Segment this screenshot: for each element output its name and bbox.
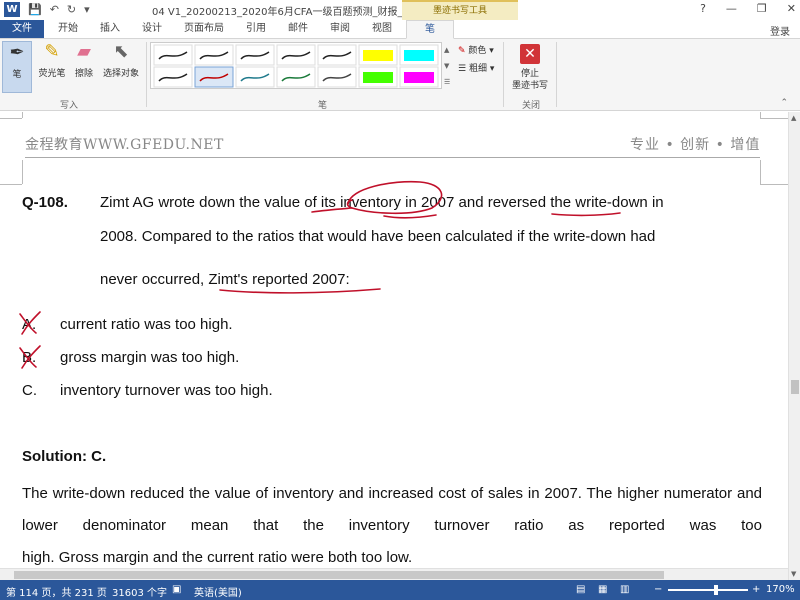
minimize-icon[interactable]: —: [726, 2, 737, 15]
option-b-text: gross margin was too high.: [60, 349, 240, 366]
pen-swatch[interactable]: [276, 44, 316, 66]
ribbon-tabs: 文件 开始 插入 设计 页面布局 引用 邮件 审阅 视图 笔 登录: [0, 20, 800, 39]
horizontal-scroll-thumb[interactable]: [14, 571, 664, 579]
save-icon[interactable]: 💾: [28, 3, 42, 16]
highlighter-stroke: [404, 72, 434, 83]
pen-swatch[interactable]: [194, 66, 234, 88]
vertical-scrollbar[interactable]: ▲ ▼: [788, 112, 800, 580]
pen-swatch[interactable]: [235, 66, 275, 88]
gallery-scroll[interactable]: ▲ ▼ ☰: [444, 42, 452, 90]
ink-underline-inventory: [383, 214, 437, 219]
status-bar: 第 114 页，共 231 页 31603 个字 ▣ 英语(美国) ▤ ▦ ▥ …: [0, 580, 800, 600]
title-bar: W 💾 ↶ ↻ ▾ 04 V1_20200213_2020年6月CFA一级百题预…: [0, 0, 800, 20]
highlighter-button[interactable]: ✎ 荧光笔: [36, 41, 68, 93]
highlighter-stroke: [363, 72, 393, 83]
zoom-slider-track[interactable]: [668, 589, 748, 591]
pen-gallery: [150, 42, 442, 89]
option-c-text: inventory turnover was too high.: [60, 382, 273, 399]
header-left-brand: 金程教育WWW.GFEDU.NET: [25, 137, 224, 153]
tab-page-layout[interactable]: 页面布局: [176, 20, 232, 38]
vertical-scroll-thumb[interactable]: [791, 380, 799, 394]
ink-underline-zimts-reported: [219, 288, 381, 294]
group-label-pens: 笔: [318, 101, 328, 111]
stop-inking-button[interactable]: ✕ 停止 墨迹书写: [508, 42, 552, 92]
web-layout-icon[interactable]: ▥: [620, 584, 629, 595]
ribbon: ✒ 笔 ✎ 荧光笔 ▰ 擦除 ⬉ 选择对象 写入 ▲ ▼ ☰ ✎ 颜色 ▾ ☰ 粗细…: [0, 39, 800, 111]
group-label-close: 关闭: [522, 101, 541, 111]
solution-heading: Solution: C.: [22, 448, 107, 465]
scroll-up-icon[interactable]: ▲: [791, 114, 796, 122]
highlighter-stroke: [404, 50, 434, 61]
option-a-text: current ratio was too high.: [60, 316, 233, 333]
thickness-icon: ☰: [458, 64, 467, 74]
zoom-slider-knob[interactable]: [714, 585, 718, 595]
ink-underline-reversed: [551, 212, 621, 217]
pen-swatch[interactable]: [235, 44, 275, 66]
spellcheck-icon[interactable]: ▣: [172, 584, 181, 595]
pen-swatch[interactable]: [194, 44, 234, 66]
option-a-letter: A.: [22, 316, 37, 333]
zoom-in-button[interactable]: +: [752, 584, 760, 595]
tab-design[interactable]: 设计: [134, 20, 170, 38]
horizontal-scrollbar[interactable]: [0, 568, 788, 580]
pen-swatch[interactable]: [153, 66, 193, 88]
undo-icon[interactable]: ↶: [50, 3, 59, 16]
eraser-icon: ▰: [77, 41, 91, 62]
select-objects-button[interactable]: ⬉ 选择对象: [100, 41, 142, 93]
pen-swatch[interactable]: [153, 44, 193, 66]
color-button[interactable]: ✎ 颜色 ▾: [458, 43, 494, 56]
pen-gallery-swatches: [153, 44, 439, 88]
tab-insert[interactable]: 插入: [92, 20, 128, 38]
solution-line-1: The write-down reduced the value of inve…: [22, 485, 659, 502]
highlighter-stroke: [363, 50, 393, 61]
login-link[interactable]: 登录: [770, 23, 790, 38]
eraser-button[interactable]: ▰ 擦除: [70, 41, 98, 93]
tab-review[interactable]: 审阅: [322, 20, 358, 38]
option-c-letter: C.: [22, 382, 37, 399]
tab-view[interactable]: 视图: [364, 20, 400, 38]
restore-icon[interactable]: ❐: [757, 2, 767, 15]
option-b-letter: B.: [22, 349, 37, 366]
question-number: Q-108.: [22, 194, 68, 211]
thickness-button[interactable]: ☰ 粗细 ▾: [458, 61, 494, 74]
document-page[interactable]: 金程教育WWW.GFEDU.NET 专业 • 创新 • 增值 Q-108. Zi…: [0, 112, 788, 580]
solution-paragraph: The write-down reduced the value of inve…: [22, 478, 762, 574]
question-line-2: 2008. Compared to the ratios that would …: [100, 228, 656, 245]
tab-file[interactable]: 文件: [0, 20, 44, 38]
language[interactable]: 英语(美国): [194, 584, 242, 599]
read-mode-icon[interactable]: ▤: [576, 584, 585, 595]
word-app-icon[interactable]: W: [4, 2, 20, 17]
ink-tools-context-tab: 墨迹书写工具: [402, 0, 518, 20]
highlighter-icon: ✎: [44, 41, 60, 62]
help-icon[interactable]: ?: [700, 2, 706, 15]
header-rule: [25, 157, 760, 158]
page-count[interactable]: 第 114 页，共 231 页: [6, 584, 107, 599]
print-layout-icon[interactable]: ▦: [598, 584, 607, 595]
pen-swatch[interactable]: [317, 44, 357, 66]
question-line-1: Zimt AG wrote down the value of its inve…: [100, 194, 664, 211]
stop-x-icon: ✕: [520, 44, 540, 64]
redo-icon[interactable]: ↻: [67, 3, 76, 16]
question-line-3: never occurred, Zimt's reported 2007:: [100, 271, 350, 288]
zoom-out-button[interactable]: −: [654, 584, 662, 595]
scroll-down-icon[interactable]: ▼: [791, 570, 796, 578]
color-pen-icon: ✎: [458, 46, 466, 56]
tab-mailings[interactable]: 邮件: [280, 20, 316, 38]
header-right-slogan: 专业 • 创新 • 增值: [630, 137, 761, 153]
collapse-ribbon-icon[interactable]: ⌃: [780, 98, 788, 108]
pen-button[interactable]: ✒ 笔: [2, 41, 32, 93]
group-label-write: 写入: [60, 101, 79, 111]
pen-swatch[interactable]: [317, 66, 357, 88]
close-icon[interactable]: ✕: [787, 2, 796, 15]
tab-pen[interactable]: 笔: [406, 20, 454, 39]
tab-references[interactable]: 引用: [238, 20, 274, 38]
zoom-level[interactable]: 170%: [766, 584, 795, 595]
word-count[interactable]: 31603 个字: [112, 584, 167, 599]
pen-icon: ✒: [9, 42, 25, 63]
cursor-arrow-icon: ⬉: [113, 41, 129, 62]
customize-qat-icon[interactable]: ▾: [84, 3, 90, 16]
pen-swatch[interactable]: [276, 66, 316, 88]
tab-home[interactable]: 开始: [50, 20, 86, 38]
